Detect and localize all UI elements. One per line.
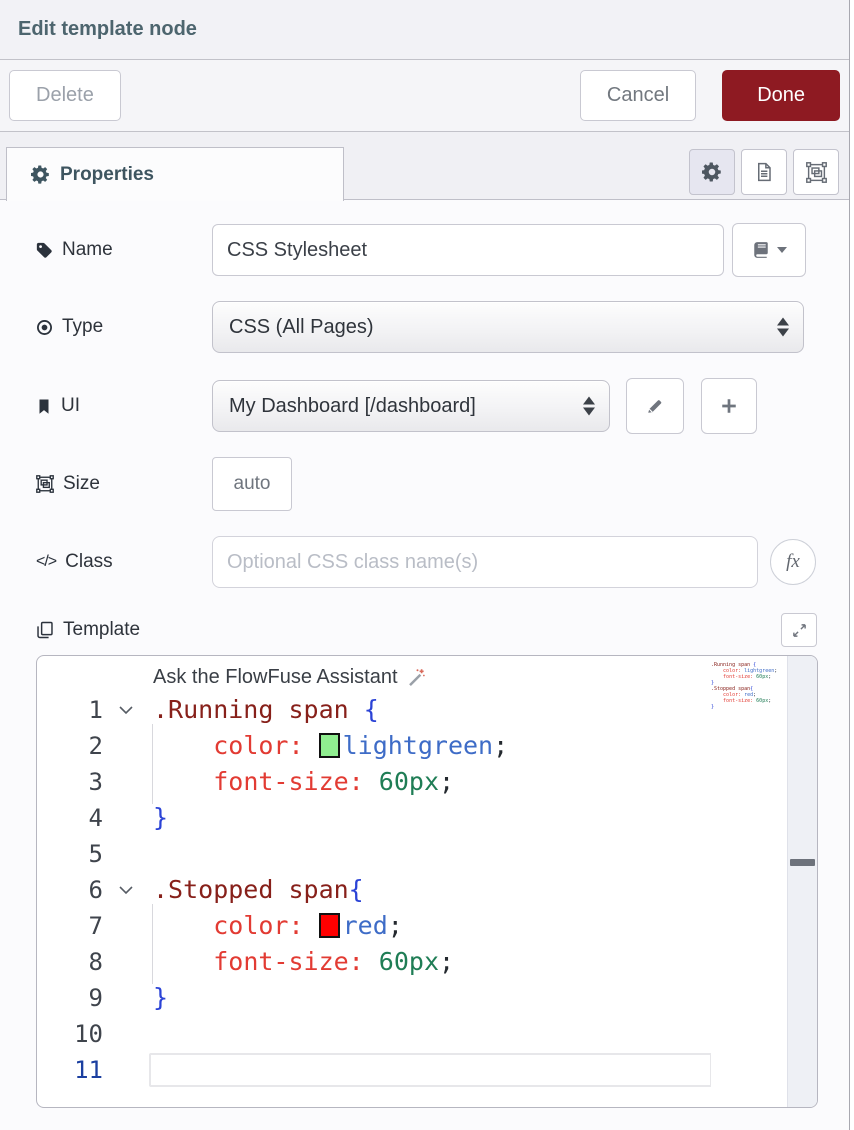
- tab-bar: Properties: [0, 132, 849, 200]
- code-line[interactable]: 6 .Stopped span{: [37, 872, 817, 908]
- copy-icon: [36, 621, 54, 639]
- code-text: font-size: 60px;: [149, 764, 454, 800]
- size-label: Size: [36, 473, 212, 495]
- ui-label: UI: [36, 395, 212, 417]
- plus-icon: [720, 397, 738, 415]
- magic-wand-icon: [406, 667, 426, 687]
- code-lines[interactable]: 1.Running span {2 color: lightgreen;3 fo…: [37, 692, 817, 1088]
- ui-select[interactable]: My Dashboard [/dashboard]: [212, 380, 610, 432]
- code-line[interactable]: 5: [37, 836, 817, 872]
- name-input[interactable]: [212, 224, 724, 276]
- code-line[interactable]: 8 font-size: 60px;: [37, 944, 817, 980]
- document-icon: [754, 162, 774, 182]
- object-group-icon: [806, 162, 827, 183]
- code-line[interactable]: 2 color: lightgreen;: [37, 728, 817, 764]
- gear-icon: [702, 162, 722, 182]
- code-text: color: lightgreen;: [149, 728, 508, 764]
- line-number: 1: [37, 692, 103, 728]
- code-text: color: red;: [149, 908, 403, 944]
- expand-editor-button[interactable]: [781, 613, 817, 647]
- library-button[interactable]: [732, 223, 806, 277]
- code-line[interactable]: 9}: [37, 980, 817, 1016]
- class-label: </> Class: [36, 551, 212, 573]
- type-label: Type: [36, 316, 212, 338]
- code-line[interactable]: 10: [37, 1016, 817, 1052]
- line-number: 2: [37, 728, 103, 764]
- scrollbar-thumb[interactable]: [790, 859, 815, 866]
- cancel-button[interactable]: Cancel: [580, 70, 696, 121]
- line-number: 4: [37, 800, 103, 836]
- size-row: Size auto: [36, 457, 817, 511]
- properties-form: Name Type CSS (All Pages): [0, 200, 849, 1129]
- tab-properties[interactable]: Properties: [6, 147, 344, 201]
- dialog-header: Edit template node: [0, 0, 849, 60]
- code-text: .Stopped span{: [149, 872, 364, 908]
- code-icon: </>: [36, 553, 56, 571]
- class-row: </> Class fx: [36, 536, 817, 588]
- class-input[interactable]: [212, 536, 758, 588]
- delete-button[interactable]: Delete: [9, 70, 121, 121]
- properties-view-button[interactable]: [689, 149, 735, 195]
- dialog-title: Edit template node: [18, 18, 197, 41]
- add-ui-button[interactable]: [701, 378, 757, 434]
- done-button[interactable]: Done: [722, 70, 840, 121]
- code-text: font-size: 60px;: [149, 944, 454, 980]
- current-line-highlight: [149, 1053, 712, 1087]
- template-label: Template: [36, 619, 212, 641]
- line-number: 10: [37, 1016, 103, 1052]
- circle-dot-icon: [36, 319, 53, 336]
- type-row: Type CSS (All Pages): [36, 301, 817, 353]
- object-group-icon: [36, 475, 54, 493]
- code-line[interactable]: 7 color: red;: [37, 908, 817, 944]
- template-code-editor[interactable]: Ask the FlowFuse Assistant 1 .Running spa…: [36, 655, 818, 1108]
- name-row: Name: [36, 223, 817, 277]
- pencil-icon: [646, 397, 664, 415]
- template-row: Template: [36, 610, 817, 650]
- ui-row: UI My Dashboard [/dashboard]: [36, 378, 817, 434]
- book-icon: [752, 241, 770, 259]
- gear-icon: [31, 165, 50, 184]
- fold-chevron-icon[interactable]: [103, 705, 149, 715]
- tab-properties-label: Properties: [60, 164, 154, 186]
- line-number: 9: [37, 980, 103, 1016]
- code-line[interactable]: 4}: [37, 800, 817, 836]
- code-line[interactable]: 11: [37, 1052, 817, 1088]
- select-arrows-icon: [583, 397, 595, 416]
- code-text: }: [149, 800, 168, 836]
- line-number: 3: [37, 764, 103, 800]
- bookmark-icon: [36, 398, 52, 415]
- line-number: 8: [37, 944, 103, 980]
- code-line[interactable]: 1 .Running span {: [37, 692, 817, 728]
- edit-ui-button[interactable]: [626, 378, 684, 434]
- color-swatch[interactable]: [319, 733, 340, 758]
- line-number: 5: [37, 836, 103, 872]
- dialog-button-bar: Delete Cancel Done: [0, 60, 849, 132]
- appearance-view-button[interactable]: [793, 149, 839, 195]
- code-text: }: [149, 980, 168, 1016]
- chevron-down-icon: [777, 247, 787, 253]
- description-view-button[interactable]: [741, 149, 787, 195]
- size-auto-button[interactable]: auto: [212, 457, 292, 511]
- edit-template-dialog: Edit template node Delete Cancel Done Pr…: [0, 0, 850, 1130]
- code-line[interactable]: 3 font-size: 60px;: [37, 764, 817, 800]
- line-number: 6: [37, 872, 103, 908]
- name-label: Name: [36, 239, 212, 261]
- assistant-hint[interactable]: Ask the FlowFuse Assistant: [37, 662, 817, 692]
- expand-icon: [792, 623, 807, 638]
- fold-chevron-icon[interactable]: [103, 885, 149, 895]
- editor-scrollbar[interactable]: [787, 656, 817, 1107]
- color-swatch[interactable]: [319, 913, 340, 938]
- fx-button[interactable]: fx: [770, 539, 816, 585]
- type-select[interactable]: CSS (All Pages): [212, 301, 804, 353]
- code-text: .Running span {: [149, 692, 379, 728]
- tag-icon: [36, 242, 53, 259]
- line-number: 11: [37, 1052, 103, 1088]
- line-number: 7: [37, 908, 103, 944]
- select-arrows-icon: [777, 318, 789, 337]
